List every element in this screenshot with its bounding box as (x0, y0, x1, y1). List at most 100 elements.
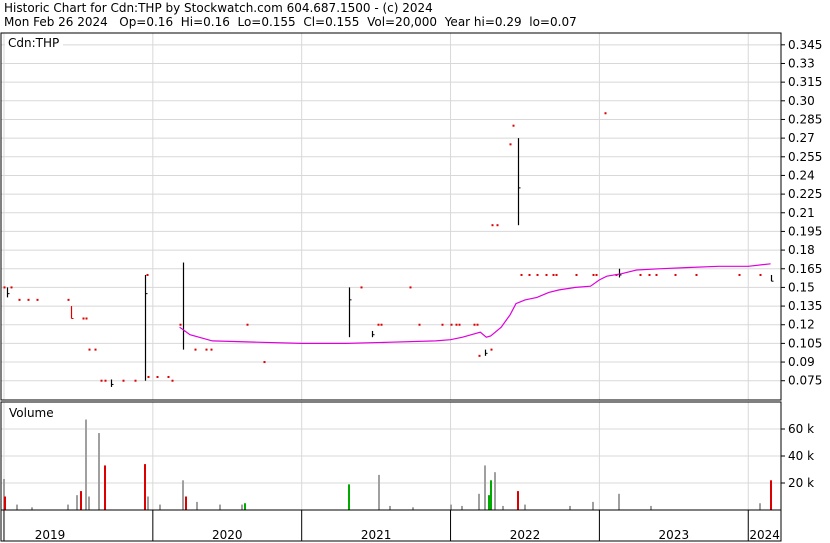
x-axis: 2019 2020 2021 2022 2023 2024 (3, 510, 780, 542)
year-label: 2022 (510, 528, 541, 542)
volume-bar (4, 496, 6, 510)
volume-bar (569, 505, 571, 510)
stock-chart: Cdn:THP Volume 0.3450.330.3150.300.2850.… (0, 32, 822, 542)
volume-tick-label: 20 k (788, 476, 814, 490)
price-bar (205, 348, 208, 351)
price-bar (263, 361, 266, 364)
price-tick-label: 0.225 (788, 187, 822, 201)
price-bar (27, 298, 30, 301)
volume-bar (524, 504, 526, 510)
volume-bar (182, 480, 184, 510)
price-bar (575, 273, 578, 276)
price-bar (409, 286, 412, 289)
volume-bar (185, 496, 187, 510)
price-bar (595, 273, 598, 276)
price-bar (552, 273, 555, 276)
price-bar (85, 317, 88, 320)
year-label: 2024 (749, 528, 780, 542)
price-bar (639, 273, 642, 276)
volume-bar (85, 419, 87, 510)
price-bar (210, 348, 213, 351)
price-bar (473, 323, 476, 326)
volume-bar (488, 495, 490, 510)
price-panel-frame (0, 32, 782, 401)
price-bar (82, 317, 85, 320)
price-bar (655, 273, 658, 276)
price-bar (179, 323, 182, 326)
volume-bar (16, 504, 18, 510)
price-axis: 0.345 0.33 0.315 0.30 0.285 0.27 0.255 0.24 0.22… (781, 38, 822, 388)
volume-tick-label: 40 k (788, 449, 814, 463)
price-bar (156, 375, 159, 378)
price-bar (455, 323, 458, 326)
price-bar (94, 348, 97, 351)
volume-bar (592, 501, 594, 510)
price-bar (167, 375, 170, 378)
year-label: 2019 (35, 528, 66, 542)
price-bar (18, 298, 21, 301)
volume-bar (490, 480, 492, 510)
price-bar (555, 273, 558, 276)
volume-bar (144, 464, 146, 510)
price-bar (476, 323, 479, 326)
volume-axis: 60 k 40 k 20 k (781, 422, 814, 490)
price-bar (604, 112, 607, 115)
grid (1, 33, 781, 510)
price-bar (545, 273, 548, 276)
volume-bar (484, 465, 486, 510)
price-tick-label: 0.30 (788, 94, 815, 108)
volume-bar (770, 480, 772, 510)
price-bar (509, 143, 512, 146)
price-tick-label: 0.255 (788, 150, 822, 164)
price-bar (592, 273, 595, 276)
price-tick-label: 0.12 (788, 318, 815, 332)
price-tick-label: 0.165 (788, 262, 822, 276)
price-bar (67, 298, 70, 301)
price-tick-label: 0.33 (788, 56, 815, 70)
price-bar (674, 273, 677, 276)
volume-bar (67, 504, 69, 510)
price-tick-label: 0.135 (788, 299, 822, 313)
price-bar (146, 273, 149, 276)
price-bar (536, 273, 539, 276)
price-bar (738, 273, 741, 276)
year-label: 2023 (659, 528, 690, 542)
price-bar (36, 298, 39, 301)
volume-bar (196, 501, 198, 510)
volume-bar (76, 495, 78, 510)
price-bar (695, 273, 698, 276)
volume-bar (450, 504, 452, 510)
price-bar (88, 348, 91, 351)
price-tick-label: 0.285 (788, 112, 822, 126)
price-tick-label: 0.21 (788, 206, 815, 220)
price-bar (134, 379, 137, 382)
volume-bar (494, 472, 496, 510)
price-bar (3, 286, 6, 289)
volume-bar (219, 504, 221, 510)
price-tick-label: 0.18 (788, 243, 815, 257)
price-tick-label: 0.345 (788, 38, 822, 52)
volume-bar (650, 505, 652, 510)
price-bar (418, 323, 421, 326)
price-tick-label: 0.24 (788, 168, 815, 182)
volume-bar (389, 505, 391, 510)
moving-average-line (179, 263, 771, 344)
price-panel-label: Cdn:THP (8, 36, 59, 50)
price-bar (491, 224, 494, 227)
volume-bar (618, 493, 620, 510)
volume-bar (348, 484, 350, 510)
volume-tick-label: 60 k (788, 422, 814, 436)
price-tick-label: 0.09 (788, 355, 815, 369)
price-tick-label: 0.075 (788, 374, 822, 388)
price-bar (478, 354, 481, 357)
volume-bar (104, 465, 106, 510)
volume-bar (759, 503, 761, 510)
price-tick-label: 0.15 (788, 280, 815, 294)
price-bar (360, 286, 363, 289)
volume-panel-label: Volume (9, 406, 54, 420)
volume-bar (517, 491, 519, 510)
volume-bar (147, 496, 149, 510)
price-tick-label: 0.27 (788, 131, 815, 145)
price-bar (496, 224, 499, 227)
volume-bar (98, 433, 100, 510)
